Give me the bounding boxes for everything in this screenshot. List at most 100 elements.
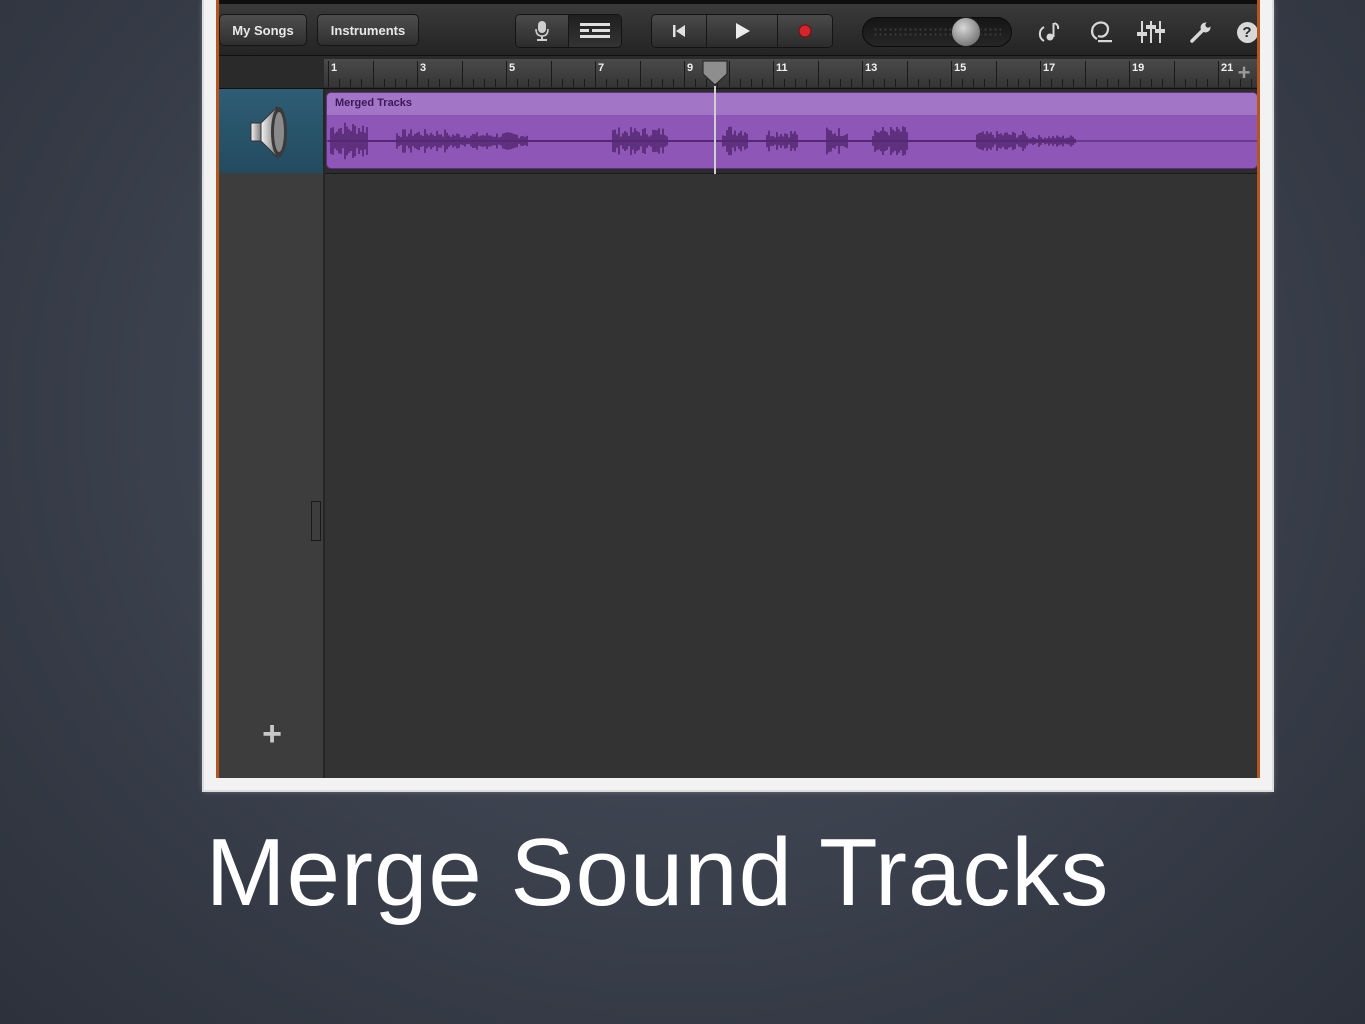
- volume-knob[interactable]: [951, 17, 981, 47]
- tracks-view-button[interactable]: [568, 15, 621, 47]
- ruler-tick: [628, 79, 630, 87]
- region-header: [327, 93, 1257, 115]
- note-settings-icon: [1038, 22, 1060, 42]
- ruler-tick: [773, 61, 774, 87]
- timeline-ruler[interactable]: + 1 3 5 7 9 11 13 15 17 19 21: [324, 59, 1257, 87]
- ruler-tick: [828, 79, 830, 87]
- ruler-tick: [350, 79, 352, 87]
- master-volume-slider[interactable]: [862, 17, 1012, 47]
- ruler-tick: [784, 79, 786, 87]
- ruler-tick: [517, 79, 519, 87]
- rewind-icon: [672, 25, 685, 37]
- ruler-tick: [372, 61, 374, 87]
- toolbar: My Songs Instruments ?: [219, 0, 1257, 56]
- ruler-tick: [1218, 61, 1219, 87]
- ruler-tick: [1129, 61, 1130, 87]
- ruler-tick: [439, 79, 441, 87]
- ruler-tick: [939, 79, 941, 87]
- ruler-bar-number: 3: [420, 62, 427, 74]
- timeline-ruler-row: + 1 3 5 7 9 11 13 15 17 19 21: [219, 56, 1257, 89]
- ruler-tick: [928, 79, 930, 87]
- ruler-tick: [528, 79, 530, 87]
- instruments-button[interactable]: Instruments: [317, 14, 419, 46]
- loop-browser-icon: [1091, 21, 1112, 43]
- ruler-tick: [461, 61, 463, 87]
- mixer-icon: [1137, 21, 1165, 43]
- view-toggle: [515, 14, 622, 48]
- speaker-icon: [250, 105, 287, 159]
- ruler-tick: [739, 79, 741, 87]
- ruler-bar-number: 1: [331, 62, 338, 74]
- ruler-tick: [561, 79, 563, 87]
- ruler-tick: [984, 79, 986, 87]
- ruler-tick: [906, 61, 908, 87]
- ruler-bar-number: 5: [509, 62, 516, 74]
- ruler-tick: [1151, 79, 1153, 87]
- loop-browser-button[interactable]: [1087, 18, 1115, 46]
- ruler-tick: [1117, 79, 1119, 87]
- ruler-tick: [339, 79, 341, 87]
- ruler-tick: [650, 79, 652, 87]
- ruler-tick: [417, 61, 418, 87]
- ruler-tick: [506, 61, 507, 87]
- mixer-button[interactable]: [1137, 18, 1165, 46]
- ruler-tick: [394, 79, 396, 87]
- ruler-tick: [328, 61, 329, 87]
- ruler-tick: [973, 79, 975, 87]
- track-header-resize-handle[interactable]: [311, 501, 321, 541]
- ruler-tick: [1017, 79, 1019, 87]
- ruler-bar-number: 15: [954, 62, 967, 74]
- instrument-view-button[interactable]: [516, 15, 569, 47]
- ruler-tick: [750, 79, 752, 87]
- play-button[interactable]: [706, 15, 779, 47]
- note-settings-button[interactable]: [1035, 18, 1063, 46]
- ruler-tick: [1240, 79, 1242, 87]
- ruler-tick: [572, 79, 574, 87]
- ruler-tick: [1106, 79, 1108, 87]
- ruler-tick: [1051, 79, 1053, 87]
- settings-button[interactable]: [1187, 18, 1215, 46]
- record-button[interactable]: [778, 15, 832, 47]
- ruler-tick: [1195, 79, 1197, 87]
- ruler-tick: [1062, 79, 1064, 87]
- tracks-view-icon: [579, 23, 610, 38]
- ruler-tick: [1006, 79, 1008, 87]
- ruler-tick: [661, 79, 663, 87]
- playhead[interactable]: [701, 60, 729, 86]
- ruler-tick: [1173, 61, 1175, 87]
- ruler-tick: [850, 79, 852, 87]
- add-track-button[interactable]: +: [257, 715, 287, 753]
- ruler-tick: [895, 79, 897, 87]
- settings-wrench-icon: [1190, 22, 1211, 43]
- ruler-tick: [1040, 61, 1041, 87]
- track-lane: Merged Tracks: [325, 89, 1257, 174]
- ruler-tick: [1073, 79, 1075, 87]
- ruler-tick: [428, 79, 430, 87]
- play-icon: [736, 23, 750, 39]
- ruler-tick: [483, 79, 485, 87]
- audio-region[interactable]: Merged Tracks: [326, 92, 1257, 169]
- ruler-bar-number: 21: [1221, 62, 1234, 74]
- ruler-bar-number: 19: [1132, 62, 1145, 74]
- ruler-tick: [639, 61, 641, 87]
- track-header-audio[interactable]: [219, 89, 323, 173]
- ruler-tick: [1184, 79, 1186, 87]
- rewind-button[interactable]: [652, 15, 707, 47]
- ruler-bar-number: 7: [598, 62, 605, 74]
- microphone-icon: [534, 21, 549, 41]
- ruler-tick: [583, 79, 585, 87]
- help-button[interactable]: ?: [1233, 18, 1257, 46]
- my-songs-button[interactable]: My Songs: [219, 14, 307, 46]
- plus-icon: +: [262, 715, 282, 753]
- waveform: [327, 122, 1257, 160]
- ruler-tick: [917, 79, 919, 87]
- region-name: Merged Tracks: [335, 97, 413, 109]
- add-section-button[interactable]: +: [1231, 61, 1257, 85]
- ruler-tick: [1206, 79, 1208, 87]
- ruler-tick: [1162, 79, 1164, 87]
- ruler-tick: [839, 79, 841, 87]
- ruler-tick: [873, 79, 875, 87]
- ruler-tick: [1229, 79, 1231, 87]
- ruler-tick: [884, 79, 886, 87]
- ruler-tick: [472, 79, 474, 87]
